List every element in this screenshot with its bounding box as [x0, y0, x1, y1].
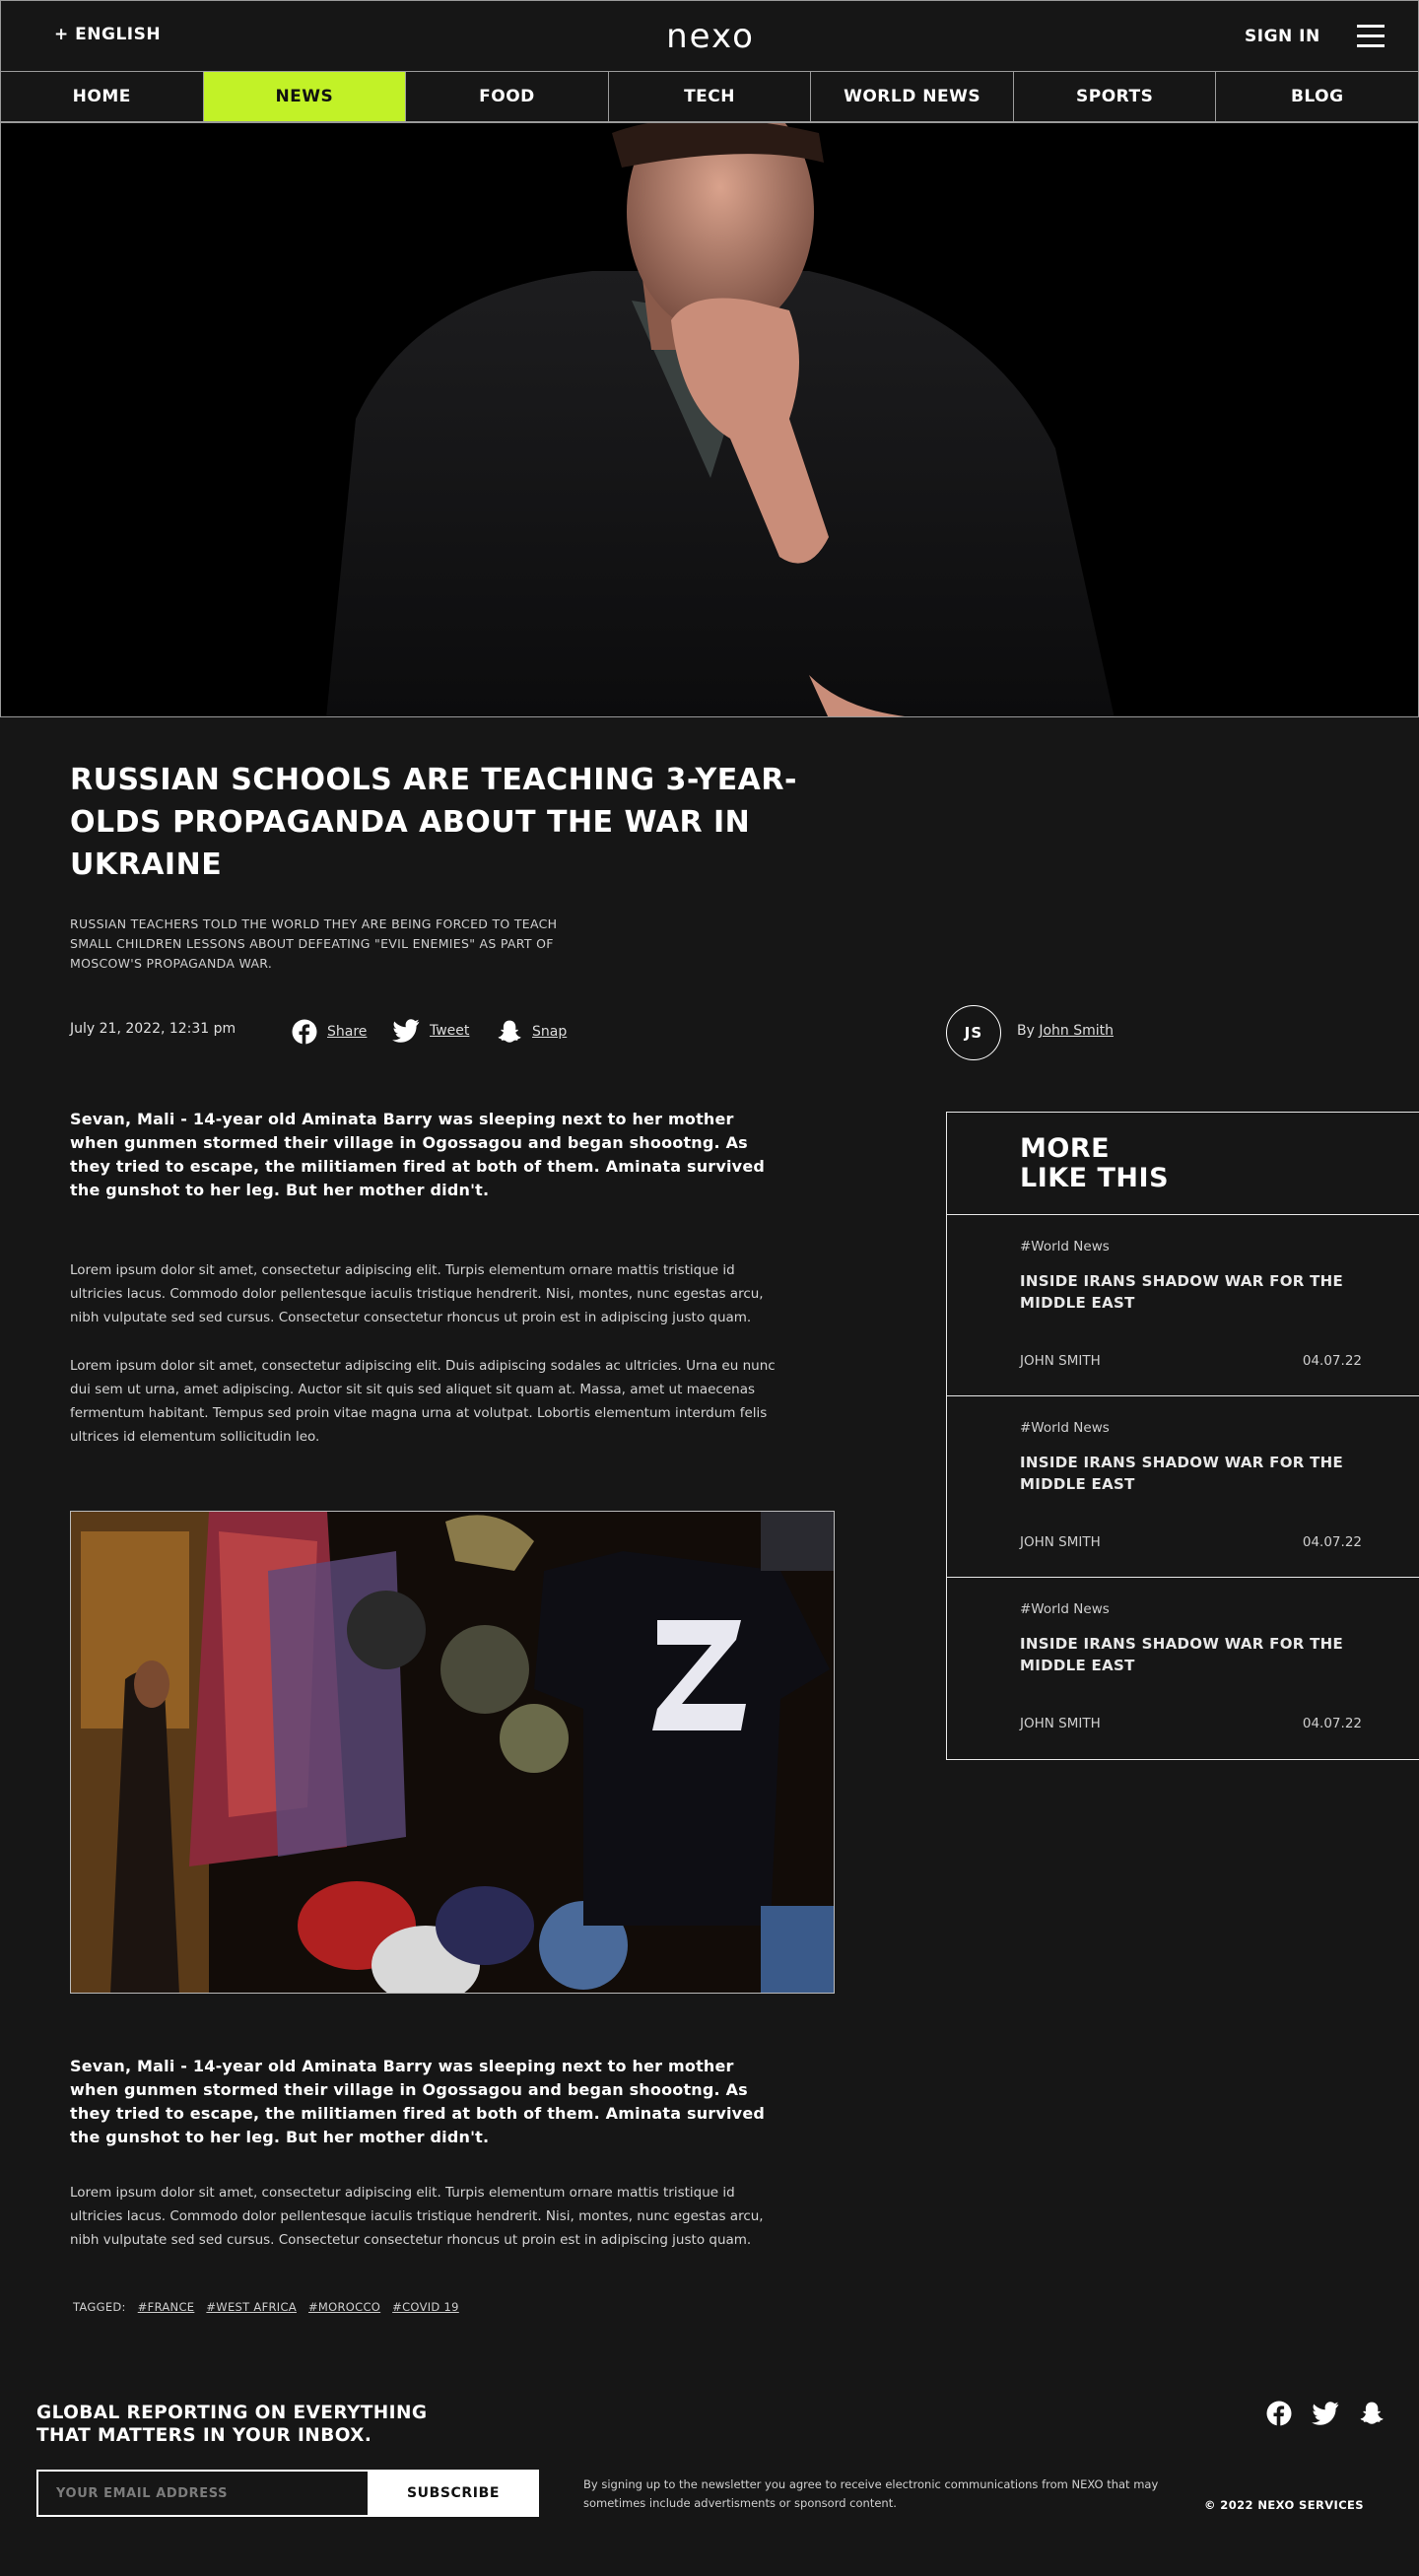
author-avatar[interactable]: JS	[946, 1005, 1001, 1060]
newsletter-legal-text: By signing up to the newsletter you agre…	[583, 2477, 1159, 2510]
twitter-icon[interactable]	[1312, 2402, 1339, 2425]
heading-line: GLOBAL REPORTING ON EVERYTHING	[36, 2403, 428, 2423]
tag-list: TAGGED: #FRANCE #WEST AFRICA #MOROCCO #C…	[73, 2300, 459, 2314]
card-title[interactable]: INSIDE IRANS SHADOW WAR FOR THE MIDDLE E…	[1020, 1452, 1394, 1495]
related-article-card[interactable]: #World News INSIDE IRANS SHADOW WAR FOR …	[947, 1578, 1419, 1759]
nav-tab-food[interactable]: FOOD	[406, 72, 609, 121]
nav-tab-tech[interactable]: TECH	[609, 72, 812, 121]
article-lead-paragraph: Sevan, Mali - 14-year old Aminata Barry …	[70, 1110, 766, 1199]
newsletter-heading: GLOBAL REPORTING ON EVERYTHING THAT MATT…	[36, 2402, 427, 2447]
email-input[interactable]	[36, 2470, 368, 2517]
share-facebook[interactable]: Share	[292, 1019, 367, 1045]
article-headline: RUSSIAN SCHOOLS ARE TEACHING 3-YEAR-OLDS…	[70, 763, 797, 882]
social-links	[1266, 2401, 1385, 2426]
card-category[interactable]: #World News	[1020, 1601, 1110, 1617]
main-nav: HOME NEWS FOOD TECH WORLD NEWS SPORTS BL…	[0, 72, 1419, 122]
snap-label: Snap	[532, 1024, 568, 1040]
more-like-this-panel: MORE LIKE THIS #World News INSIDE IRANS …	[946, 1112, 1419, 1760]
card-author: JOHN SMITH	[1020, 1353, 1101, 1369]
hamburger-menu-icon[interactable]	[1357, 25, 1385, 48]
article-date: July 21, 2022, 12:31 pm	[70, 1021, 236, 1037]
author-link[interactable]: John Smith	[1039, 1023, 1114, 1039]
nav-tab-news[interactable]: NEWS	[203, 72, 407, 121]
tag-link[interactable]: #WEST AFRICA	[206, 2300, 297, 2314]
article-paragraph: Lorem ipsum dolor sit amet, consectetur …	[70, 2185, 764, 2248]
nav-tab-sports[interactable]: SPORTS	[1014, 72, 1217, 121]
share-snapchat[interactable]: Snap	[497, 1019, 567, 1045]
card-date: 04.07.22	[1302, 1716, 1362, 1731]
tag-link[interactable]: #FRANCE	[138, 2300, 195, 2314]
copyright: © 2022 NEXO SERVICES	[1204, 2498, 1364, 2512]
site-logo[interactable]: nexo	[1, 17, 1419, 56]
card-author: JOHN SMITH	[1020, 1534, 1101, 1550]
card-category[interactable]: #World News	[1020, 1239, 1110, 1254]
article-subhead: RUSSIAN TEACHERS TOLD THE WORLD THEY ARE…	[70, 916, 558, 971]
heading-line: LIKE THIS	[1020, 1163, 1170, 1193]
tag-link[interactable]: #MOROCCO	[308, 2300, 380, 2314]
hero-portrait-illustration	[1, 123, 1418, 716]
card-date: 04.07.22	[1302, 1353, 1362, 1369]
card-author: JOHN SMITH	[1020, 1716, 1101, 1731]
heading-line: THAT MATTERS IN YOUR INBOX.	[36, 2425, 372, 2446]
nav-tab-home[interactable]: HOME	[1, 72, 204, 121]
byline-prefix: By	[1017, 1023, 1035, 1039]
snapchat-icon	[498, 1020, 521, 1043]
share-twitter[interactable]: Tweet	[392, 1019, 469, 1043]
facebook-icon	[292, 1019, 317, 1045]
article-photo	[70, 1511, 835, 1994]
facebook-icon[interactable]	[1266, 2401, 1292, 2426]
article-lead-paragraph: Sevan, Mali - 14-year old Aminata Barry …	[70, 2057, 766, 2146]
article-paragraph: Lorem ipsum dolor sit amet, consectetur …	[70, 1262, 764, 1325]
tweet-label: Tweet	[430, 1023, 470, 1039]
snapchat-icon[interactable]	[1359, 2401, 1385, 2426]
hero-image	[0, 122, 1419, 717]
card-title[interactable]: INSIDE IRANS SHADOW WAR FOR THE MIDDLE E…	[1020, 1270, 1394, 1314]
tag-link[interactable]: #COVID 19	[392, 2300, 459, 2314]
related-article-card[interactable]: #World News INSIDE IRANS SHADOW WAR FOR …	[947, 1215, 1419, 1396]
article-paragraph: Lorem ipsum dolor sit amet, consectetur …	[70, 1358, 776, 1445]
nav-tab-blog[interactable]: BLOG	[1216, 72, 1419, 121]
market-stall-illustration	[71, 1512, 834, 1993]
nav-tab-world-news[interactable]: WORLD NEWS	[811, 72, 1014, 121]
related-article-card[interactable]: #World News INSIDE IRANS SHADOW WAR FOR …	[947, 1396, 1419, 1578]
card-date: 04.07.22	[1302, 1534, 1362, 1550]
twitter-icon	[392, 1019, 420, 1043]
heading-line: MORE	[1020, 1133, 1111, 1164]
subscribe-button[interactable]: SUBSCRIBE	[368, 2470, 539, 2517]
byline: By John Smith	[1017, 1023, 1114, 1039]
more-like-this-heading: MORE LIKE THIS	[947, 1113, 1419, 1215]
card-category[interactable]: #World News	[1020, 1420, 1110, 1436]
share-label: Share	[327, 1024, 368, 1040]
top-bar: + ENGLISH nexo SIGN IN	[0, 0, 1419, 72]
tagged-label: TAGGED:	[73, 2300, 126, 2314]
sign-in-link[interactable]: SIGN IN	[1245, 27, 1320, 46]
card-title[interactable]: INSIDE IRANS SHADOW WAR FOR THE MIDDLE E…	[1020, 1633, 1394, 1676]
